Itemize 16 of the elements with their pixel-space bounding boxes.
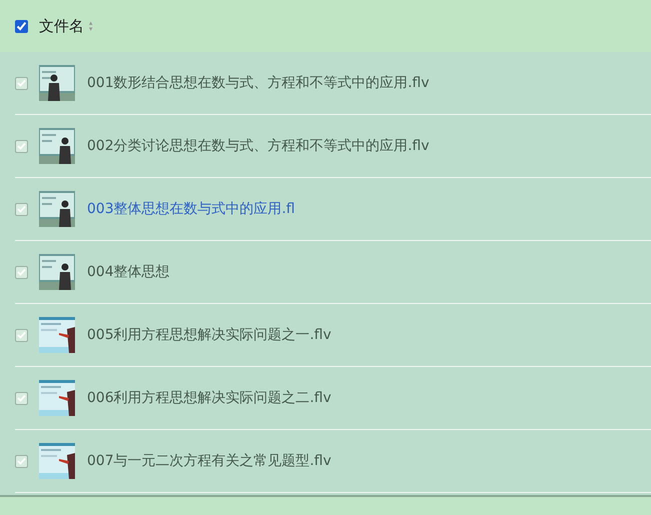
row-checkbox[interactable] [15,140,28,152]
column-header[interactable]: 文件名 [39,14,84,38]
file-name[interactable]: 004整体思想 [87,262,170,282]
row-checkbox[interactable] [15,454,28,468]
row-checkbox[interactable] [15,328,28,342]
row-checkbox[interactable] [15,392,28,404]
row-checkbox[interactable] [15,76,28,90]
file-name[interactable]: 005利用方程思想解决实际问题之一.flv [87,324,332,346]
file-name[interactable]: 002分类讨论思想在数与式、方程和不等式中的应用.flv [87,136,430,156]
file-name[interactable]: 007与一元二次方程有关之常见题型.flv [87,450,332,472]
row-checkbox[interactable] [15,266,28,278]
row-checkbox[interactable] [15,202,28,216]
file-name[interactable]: 001数形结合思想在数与式、方程和不等式中的应用.flv [87,72,430,94]
file-name[interactable]: 003整体思想在数与式中的应用.fl [87,198,295,220]
file-name[interactable]: 006利用方程思想解决实际问题之二.flv [87,388,332,408]
select-all-checkbox[interactable] [15,20,28,32]
